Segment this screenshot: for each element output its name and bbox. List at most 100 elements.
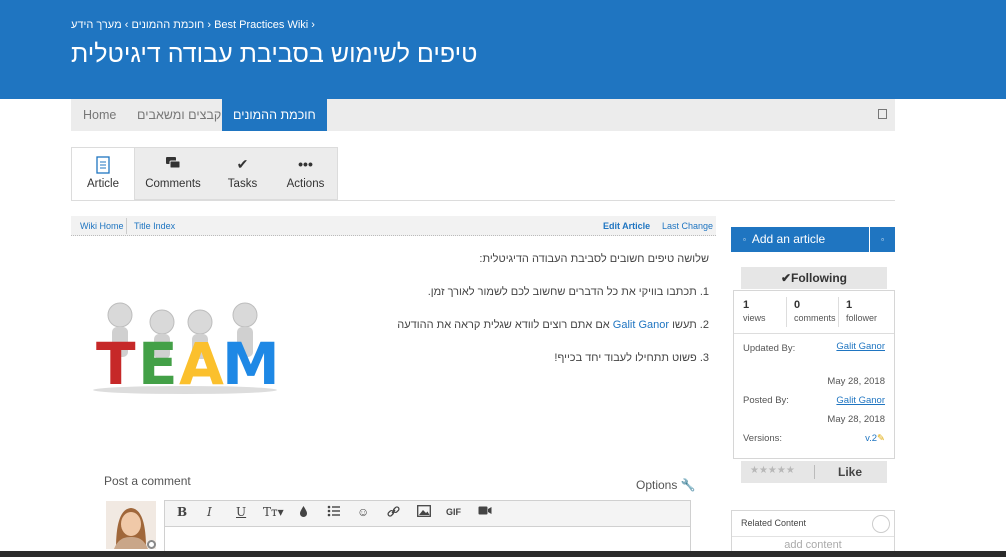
team-letter: A	[179, 330, 224, 395]
breadcrumb-separator: ›	[311, 19, 315, 31]
options-label: Options	[636, 478, 678, 492]
article-tip-2: 2. תעשו Galit Ganor אם אתם רוצים לוודא ש…	[397, 319, 709, 331]
gif-button[interactable]: GIF	[446, 507, 461, 517]
posted-by-user: Galit Ganor	[836, 395, 885, 406]
breadcrumb-item-knowledge[interactable]: מערך הידע	[71, 19, 122, 31]
square-icon: ▫	[881, 235, 884, 244]
breadcrumb-separator: ›	[124, 19, 129, 31]
updated-by-label: Updated By:	[743, 343, 796, 354]
image-icon[interactable]	[417, 505, 431, 520]
article-stats-panel: 1 views 0 comments 1 follower Updated By…	[733, 290, 895, 459]
tab-comments-label: Comments	[145, 178, 201, 190]
comments-label: comments	[794, 313, 836, 323]
presence-indicator	[147, 540, 156, 549]
divider	[786, 297, 787, 327]
breadcrumb: חוכמת ההמונים › מערך הידע › Best Practic…	[71, 19, 315, 31]
following-button[interactable]: ✔Following	[741, 267, 887, 289]
add-article-button[interactable]: ▫ Add an article	[731, 227, 869, 252]
emoji-icon[interactable]: ☺	[357, 505, 369, 519]
video-icon[interactable]	[478, 505, 492, 519]
ellipsis-icon: •••	[298, 156, 313, 172]
updated-date: May 28, 2018	[827, 376, 885, 387]
chat-icon	[135, 156, 211, 178]
comments-stat: 0 comments	[794, 299, 836, 323]
article-intro: שלושה טיפים חשובים לסביבת העבודה הדיגיטל…	[479, 253, 709, 265]
square-icon: ▫	[743, 235, 746, 244]
breadcrumb-item-wiki[interactable]: Best Practices Wiki	[214, 19, 308, 31]
views-count: 1	[743, 299, 750, 311]
title-index-link[interactable]: Title Index	[134, 221, 175, 231]
article-tip-1: 1. תכתבו בוויקי את כל הדברים שחשוב לכם ל…	[427, 286, 709, 298]
breadcrumb-item-wisdom[interactable]: חוכמת ההמונים	[131, 19, 204, 31]
updated-by-user: Galit Ganor	[836, 341, 885, 352]
add-content-link[interactable]: add content	[732, 539, 894, 551]
versions-value: v.2	[865, 433, 878, 444]
star-rating[interactable]: ★★★★★	[750, 465, 795, 476]
views-label: views	[743, 313, 766, 323]
followers-label: follower	[846, 313, 878, 323]
posted-date: May 28, 2018	[827, 414, 885, 425]
divider	[71, 200, 895, 201]
nav-files[interactable]: קבצים ומשאבים	[137, 99, 221, 131]
related-content-panel: Related Content add content	[731, 510, 895, 557]
text-size-button[interactable]: Tт▾	[263, 505, 284, 519]
page-header: חוכמת ההמונים › מערך הידע › Best Practic…	[0, 0, 1006, 99]
underline-button[interactable]: U	[236, 505, 246, 519]
bold-button[interactable]: B	[177, 505, 187, 519]
followers-stat: 1 follower	[846, 299, 877, 323]
divider	[734, 333, 894, 334]
bullet-list-icon[interactable]	[327, 505, 341, 520]
tab-article-label: Article	[87, 178, 119, 190]
nav-home[interactable]: Home	[83, 99, 116, 131]
article-tip-3: 3. פשוט תתחילו לעבוד יחד בכייף!	[554, 352, 709, 364]
content-tabs: Article Comments ✔ Tasks ••• Actions	[71, 147, 338, 201]
edit-article-link[interactable]: Edit Article	[603, 221, 650, 231]
team-image: T E A M	[90, 300, 280, 398]
wrench-icon: 🔧	[680, 478, 696, 492]
comments-count: 0	[794, 299, 801, 311]
tab-actions[interactable]: ••• Actions	[274, 148, 337, 201]
divider	[732, 536, 894, 537]
updated-by-link[interactable]: Galit Ganor	[836, 341, 885, 352]
color-drop-icon[interactable]	[299, 505, 308, 520]
editor-toolbar: B I U Tт▾ ☺ GIF	[164, 500, 691, 527]
rating-like-bar: ★★★★★ Like	[741, 461, 887, 483]
tab-tasks-label: Tasks	[227, 178, 258, 190]
team-letter: T	[96, 330, 136, 395]
tab-article[interactable]: Article	[72, 148, 135, 201]
divider	[838, 297, 839, 327]
divider	[814, 465, 815, 479]
related-content-title: Related Content	[741, 518, 807, 528]
check-icon: ✔	[236, 156, 249, 172]
team-letter: M	[222, 330, 280, 395]
italic-button[interactable]: I	[207, 505, 212, 519]
toggle-icon[interactable]	[872, 515, 890, 533]
add-article-label: Add an article	[751, 232, 826, 246]
mention-link[interactable]: Galit Ganor	[613, 319, 669, 331]
place-navbar: Home קבצים ומשאבים חוכמת ההמונים	[71, 99, 895, 131]
add-article-menu-button[interactable]: ▫	[870, 227, 895, 252]
page-title: טיפים לשימוש בסביבת עבודה דיגיטלית	[71, 40, 478, 68]
wiki-toolbar: Wiki Home Title Index Edit Article Last …	[71, 216, 716, 236]
wiki-home-link[interactable]: Wiki Home	[80, 221, 124, 231]
tab-actions-label: Actions	[286, 178, 325, 190]
breadcrumb-separator: ›	[207, 19, 212, 31]
taskbar-strip	[0, 551, 1006, 557]
followers-count: 1	[846, 299, 853, 311]
link-icon[interactable]	[387, 505, 400, 521]
document-icon	[72, 156, 134, 178]
divider	[126, 218, 127, 234]
options-button[interactable]: Options 🔧	[636, 478, 696, 492]
nav-wisdom[interactable]: חוכמת ההמונים	[222, 99, 327, 131]
tab-tasks[interactable]: ✔ Tasks	[211, 148, 274, 201]
tip-2-end: אם אתם רוצים לוודא שגלית קראה את ההודעה	[397, 319, 610, 331]
pencil-icon: ✎	[877, 433, 885, 444]
tip-2-start: 2. תעשו	[672, 319, 709, 331]
last-change-link[interactable]: Last Change	[662, 221, 713, 231]
posted-by-link[interactable]: Galit Ganor	[836, 395, 885, 406]
like-button[interactable]: Like	[838, 465, 862, 479]
versions-link[interactable]: v.2✎	[865, 433, 885, 444]
tab-comments[interactable]: Comments	[135, 148, 211, 201]
posted-by-label: Posted By:	[743, 395, 789, 406]
square-icon[interactable]	[878, 109, 887, 119]
